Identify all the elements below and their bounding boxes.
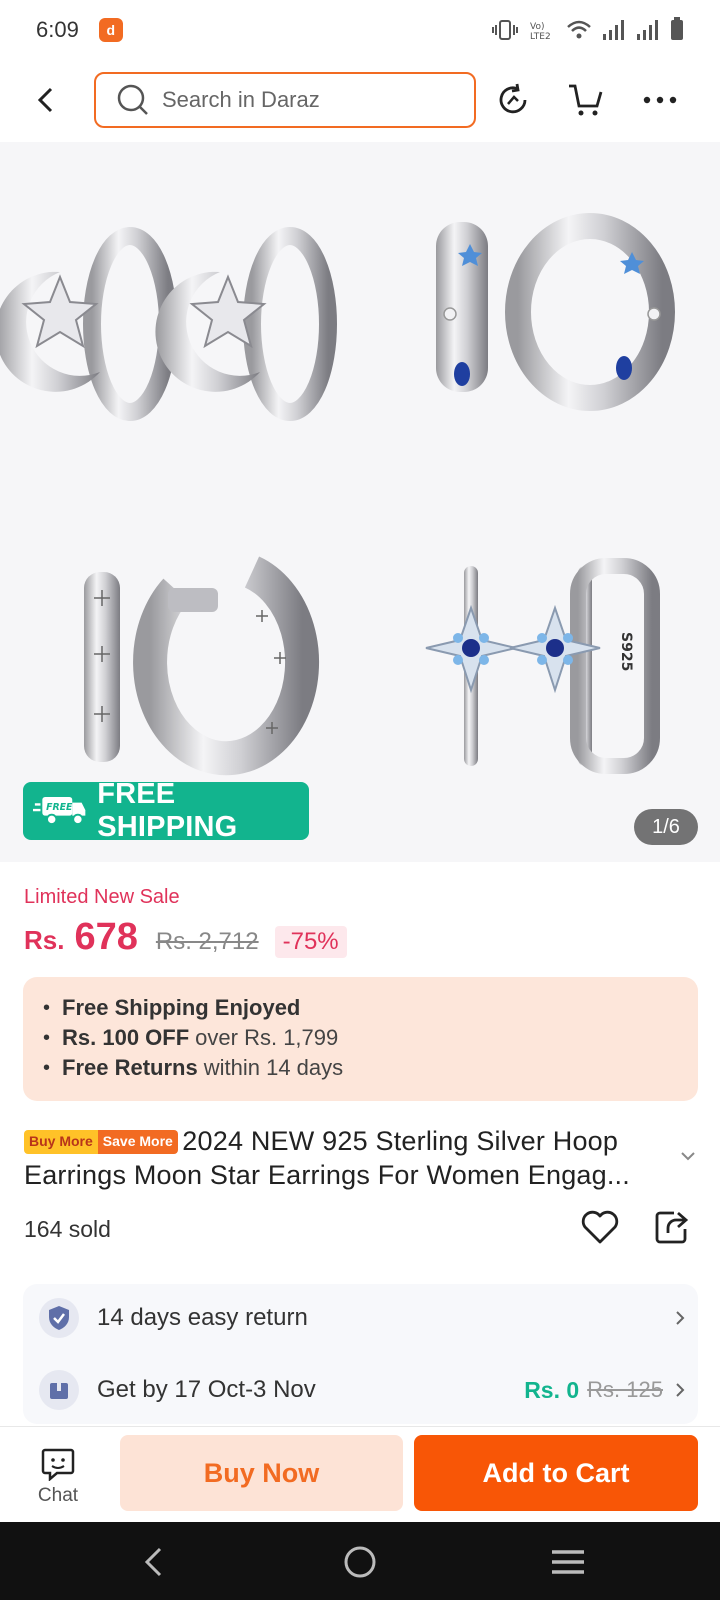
status-bar: 6:09 d Vo) LTE2 <box>0 0 720 60</box>
back-button[interactable] <box>16 70 76 130</box>
more-button[interactable] <box>630 70 690 130</box>
svg-text:LTE2: LTE2 <box>530 32 551 41</box>
promo-item: Free Returnswithin 14 days <box>43 1053 678 1083</box>
delivery-box-icon <box>39 1370 79 1410</box>
cart-button[interactable] <box>556 70 616 130</box>
vibrate-icon <box>492 19 518 41</box>
more-dots-icon <box>643 96 677 104</box>
original-price: Rs. 2,712 <box>155 928 259 955</box>
heart-icon <box>581 1210 619 1244</box>
free-shipping-truck-icon: FREE <box>33 796 86 826</box>
price-row: Rs. 678 Rs. 2,712 -75% <box>24 916 347 959</box>
add-to-cart-button[interactable]: Add to Cart <box>414 1435 698 1511</box>
product-title-row[interactable]: Buy More Save More 2024 NEW 925 Sterling … <box>24 1124 664 1192</box>
return-policy-row[interactable]: 14 days easy return <box>39 1294 689 1342</box>
search-input[interactable] <box>162 87 442 113</box>
free-shipping-label: FREE SHIPPING <box>97 778 238 843</box>
chat-icon <box>41 1448 75 1481</box>
wishlist-button[interactable] <box>578 1205 622 1249</box>
product-image: S925 <box>0 213 675 776</box>
delivery-row[interactable]: Get by 17 Oct-3 Nov Rs. 0 Rs. 125 <box>39 1366 689 1414</box>
sale-label: Limited New Sale <box>24 886 180 908</box>
free-shipping-banner: FREE FREE SHIPPING <box>23 778 309 843</box>
star-cz-hoops: S925 <box>425 558 660 774</box>
daraz-notification-icon: d <box>98 18 123 42</box>
search-box[interactable] <box>94 72 476 128</box>
starry-huggie-hoops <box>436 213 675 411</box>
image-page-counter: 1/6 <box>634 809 698 845</box>
promo-box: Free Shipping Enjoyed Rs. 100 OFFover Rs… <box>23 977 698 1101</box>
buy-more-save-more-badge: Buy More Save More <box>24 1130 178 1154</box>
chat-button[interactable]: Chat <box>28 1447 88 1513</box>
share-icon <box>655 1211 689 1244</box>
system-home-icon <box>344 1546 376 1578</box>
share-button[interactable] <box>650 1205 694 1249</box>
chevron-right-icon <box>676 1311 685 1325</box>
discount-badge: -75% <box>274 926 347 958</box>
svg-text:Vo): Vo) <box>530 22 544 32</box>
svg-text:FREE: FREE <box>46 802 73 813</box>
back-arrow-icon <box>37 87 53 113</box>
service-card: 14 days easy return Get by 17 Oct-3 Nov … <box>23 1284 698 1424</box>
svg-text:S925: S925 <box>618 632 634 671</box>
history-button[interactable] <box>483 70 543 130</box>
system-recents-icon <box>552 1550 584 1574</box>
history-icon <box>499 83 527 114</box>
current-price: 678 <box>74 916 138 958</box>
delivery-fee: Rs. 0 <box>524 1376 580 1403</box>
search-icon <box>117 84 148 115</box>
sold-count: 164 sold <box>24 1216 111 1242</box>
top-nav <box>0 60 720 140</box>
android-nav-bar <box>0 1522 720 1600</box>
status-time: 6:09 <box>36 17 79 42</box>
delivery-original-fee: Rs. 125 <box>587 1377 663 1402</box>
system-recents-button[interactable] <box>546 1540 590 1584</box>
bottom-action-bar: Chat Buy Now Add to Cart <box>0 1426 720 1522</box>
wifi-icon <box>566 19 592 41</box>
engraved-star-hoops <box>84 556 319 776</box>
buy-now-button[interactable]: Buy Now <box>120 1435 403 1511</box>
promo-item: Free Shipping Enjoyed <box>43 993 678 1023</box>
status-icons: Vo) LTE2 <box>492 17 684 41</box>
return-policy-text: 14 days easy return <box>97 1304 308 1331</box>
chat-label: Chat <box>37 1485 79 1506</box>
expand-title-icon[interactable] <box>676 1144 700 1168</box>
moon-star-hoops <box>0 227 337 421</box>
signal-1-icon <box>602 19 626 41</box>
system-home-button[interactable] <box>338 1540 382 1584</box>
volte-icon: Vo) LTE2 <box>528 19 556 41</box>
price-currency: Rs. <box>24 925 65 955</box>
signal-2-icon <box>636 19 660 41</box>
chevron-right-icon <box>676 1383 685 1397</box>
battery-icon <box>670 17 684 41</box>
delivery-estimate: Get by 17 Oct-3 Nov <box>97 1376 316 1403</box>
promo-item: Rs. 100 OFFover Rs. 1,799 <box>43 1023 678 1053</box>
system-back-button[interactable] <box>132 1540 176 1584</box>
shield-check-icon <box>39 1298 79 1338</box>
system-back-icon <box>144 1547 162 1577</box>
product-image-gallery[interactable]: S925 FREE FREE SHIPPING 1/6 <box>0 142 720 862</box>
cart-icon <box>569 84 603 116</box>
